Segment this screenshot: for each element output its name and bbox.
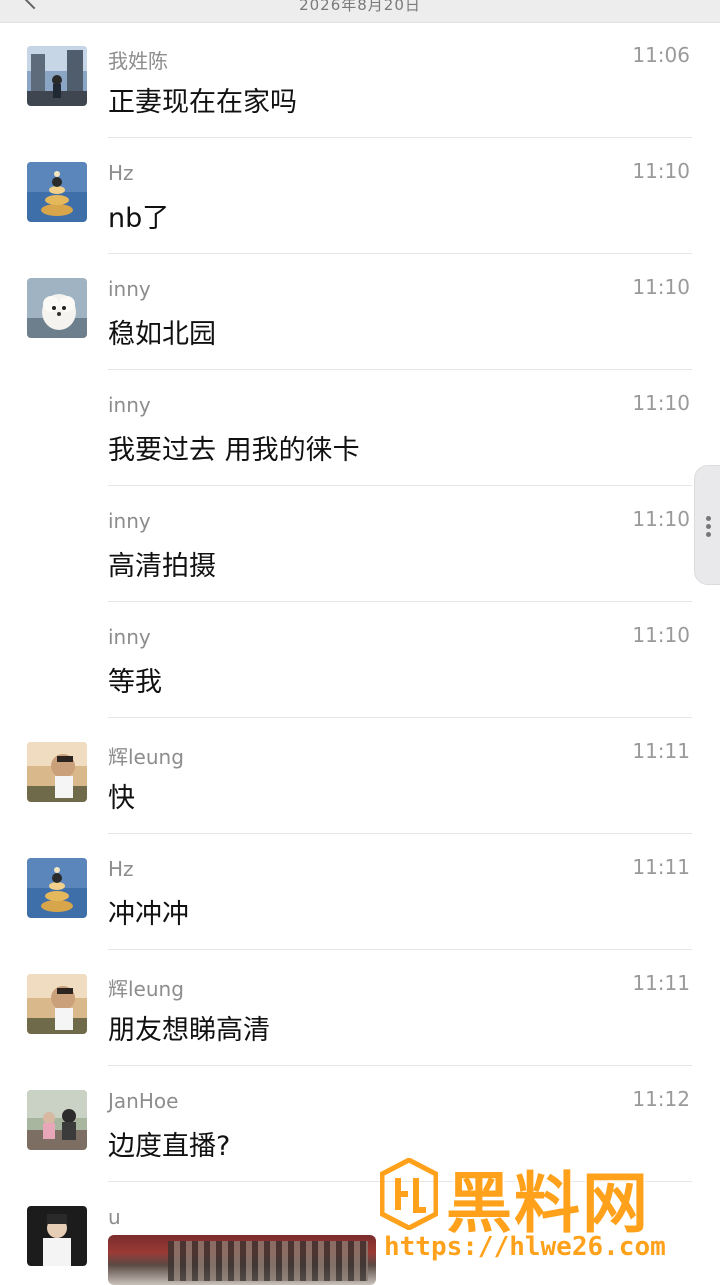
- avatar[interactable]: [27, 1090, 87, 1150]
- avatar[interactable]: [27, 162, 87, 222]
- avatar[interactable]: [27, 1206, 87, 1266]
- side-panel-handle[interactable]: [694, 465, 720, 585]
- message-text: 等我: [108, 667, 162, 698]
- sender-name: Hz: [108, 161, 134, 185]
- message-text: 边度直播?: [108, 1131, 231, 1162]
- message-time: 11:10: [632, 159, 690, 183]
- sender-name: inny: [108, 625, 151, 649]
- sender-name: 辉leung: [108, 745, 184, 769]
- message-time: 11:10: [632, 507, 690, 531]
- message-row[interactable]: 我姓陈 11:06 正妻现在在家吗: [0, 22, 720, 138]
- message-time: 11:12: [632, 1087, 690, 1111]
- avatar[interactable]: [27, 742, 87, 802]
- message-text: 我要过去 用我的徕卡: [108, 435, 360, 466]
- image-message-thumbnail[interactable]: [108, 1235, 376, 1285]
- message-time: 11:10: [632, 391, 690, 415]
- sender-name: 我姓陈: [108, 49, 168, 73]
- more-dot-icon: [706, 532, 711, 537]
- message-text: 朋友想睇高清: [108, 1015, 270, 1046]
- message-text: 冲冲冲: [108, 899, 189, 930]
- avatar[interactable]: [27, 858, 87, 918]
- message-row[interactable]: 辉leung 11:11 朋友想睇高清: [0, 950, 720, 1066]
- sender-name: inny: [108, 393, 151, 417]
- message-row[interactable]: inny 11:10 稳如北园: [0, 254, 720, 370]
- message-row[interactable]: inny 11:10 我要过去 用我的徕卡: [0, 370, 720, 486]
- message-time: 11:06: [632, 43, 690, 67]
- message-time: 11:11: [632, 971, 690, 995]
- message-time: 11:10: [632, 623, 690, 647]
- message-row[interactable]: inny 11:10 等我: [0, 602, 720, 718]
- watermark-logo-icon: [380, 1158, 438, 1230]
- message-row[interactable]: Hz 11:11 冲冲冲: [0, 834, 720, 950]
- message-row[interactable]: Hz 11:10 nb了: [0, 138, 720, 254]
- message-text: nb了: [108, 203, 170, 234]
- message-time: 11:11: [632, 739, 690, 763]
- avatar[interactable]: [27, 974, 87, 1034]
- message-text: 稳如北园: [108, 319, 216, 350]
- sender-name: inny: [108, 277, 151, 301]
- top-bar: 2026年8月20日: [0, 0, 720, 23]
- image-content: [168, 1241, 368, 1281]
- message-time: 11:10: [632, 275, 690, 299]
- date-title: 2026年8月20日: [299, 0, 421, 14]
- sender-name: 辉leung: [108, 977, 184, 1001]
- watermark-url: https://hlwe26.com: [384, 1232, 666, 1262]
- sender-name: Hz: [108, 857, 134, 881]
- message-row[interactable]: inny 11:10 高清拍摄: [0, 486, 720, 602]
- message-text: 高清拍摄: [108, 551, 216, 582]
- sender-name: JanHoe: [108, 1089, 179, 1113]
- message-text: 快: [108, 783, 135, 814]
- message-time: 11:11: [632, 855, 690, 879]
- more-dot-icon: [706, 524, 711, 529]
- sender-name: inny: [108, 509, 151, 533]
- sender-name: u: [108, 1205, 121, 1229]
- message-row[interactable]: 辉leung 11:11 快: [0, 718, 720, 834]
- avatar[interactable]: [27, 46, 87, 106]
- avatar[interactable]: [27, 278, 87, 338]
- more-dot-icon: [706, 516, 711, 521]
- message-text: 正妻现在在家吗: [108, 87, 297, 118]
